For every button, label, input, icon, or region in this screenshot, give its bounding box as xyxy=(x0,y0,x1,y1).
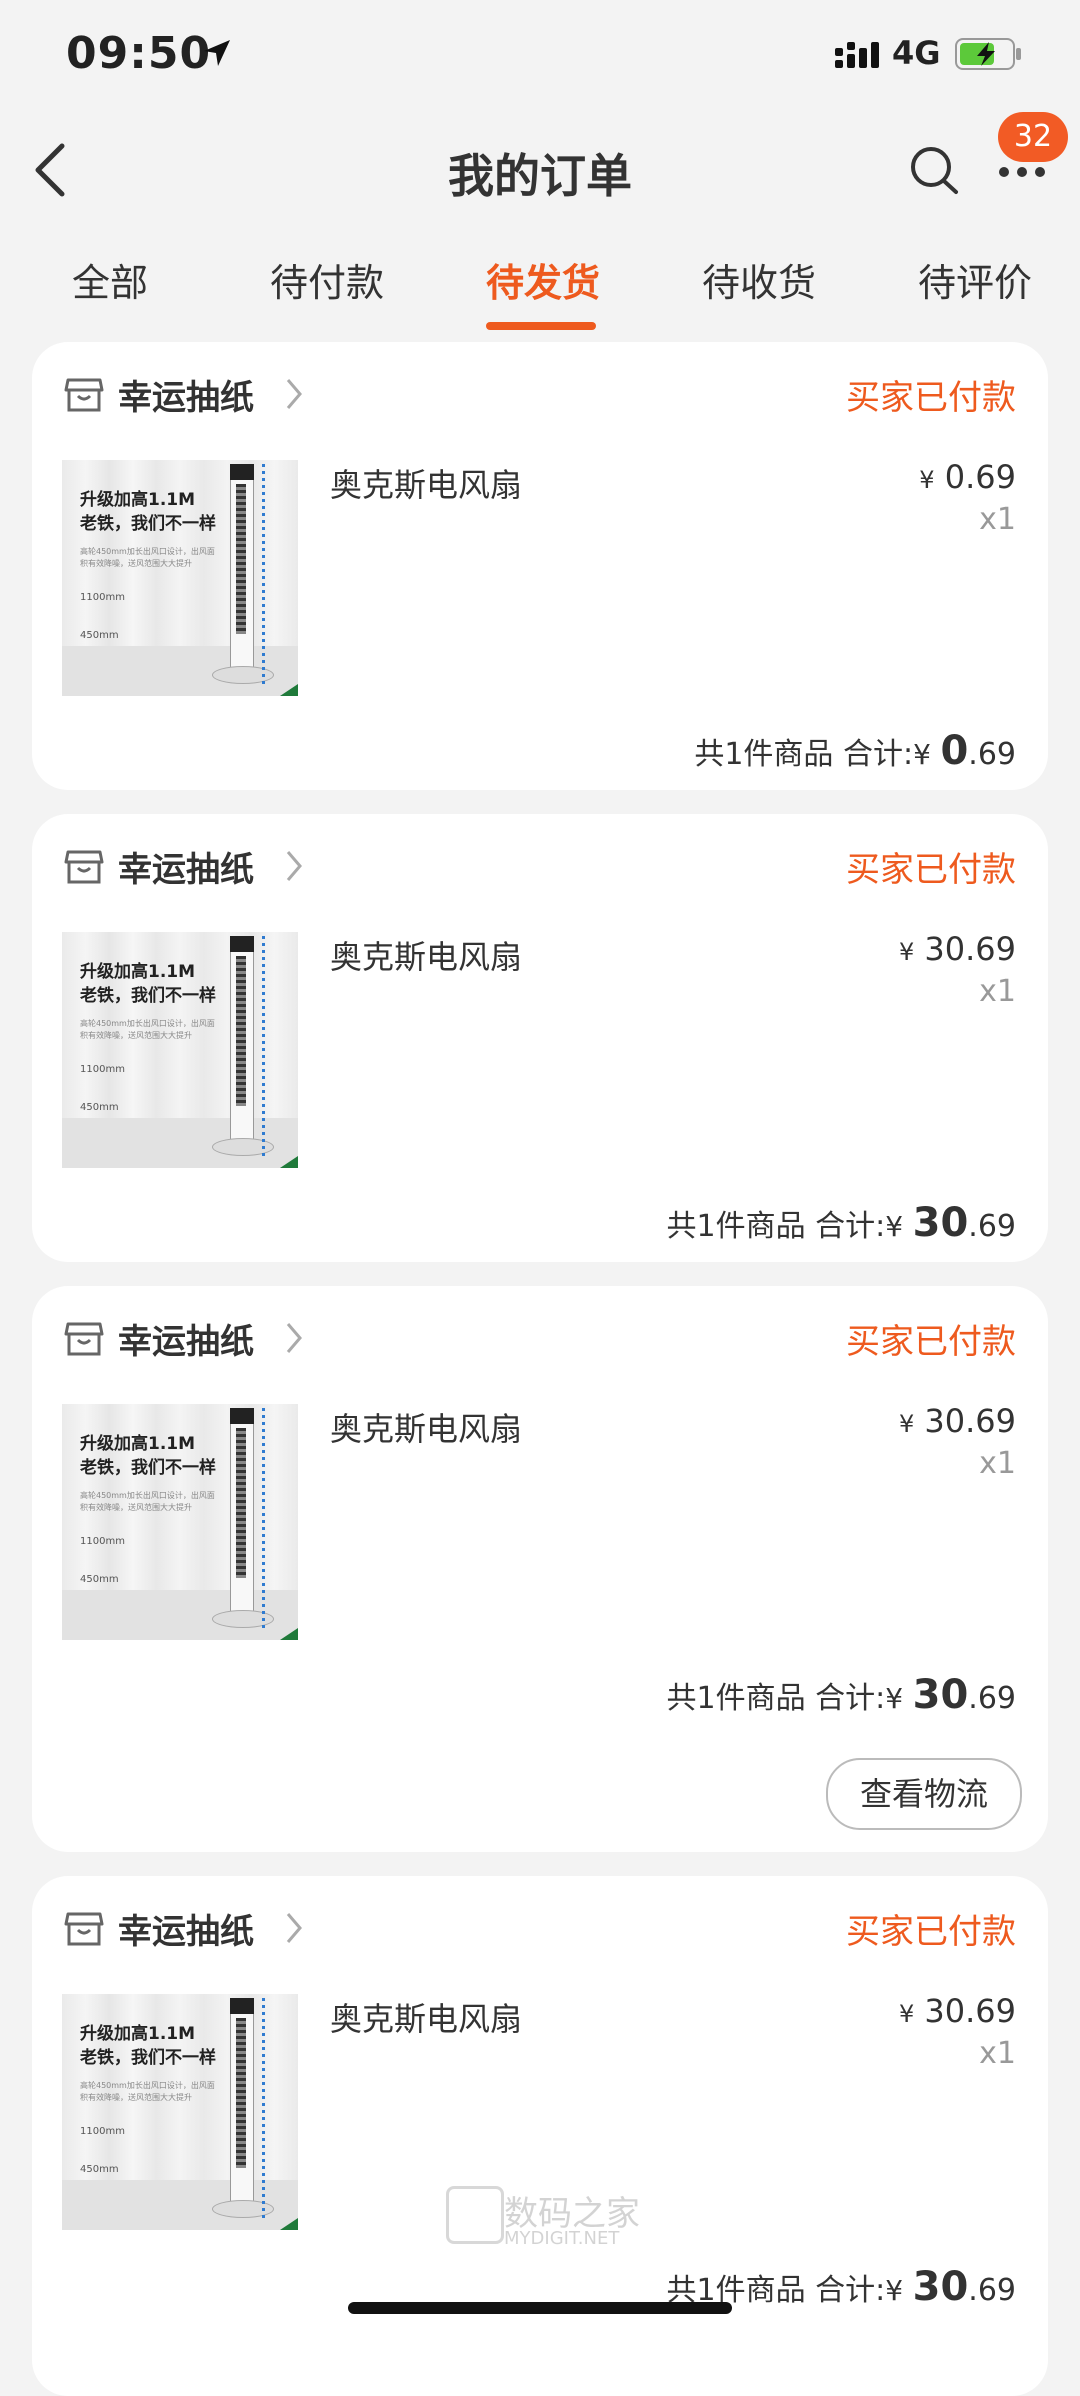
product-name[interactable]: 奥克斯电风扇 xyxy=(330,460,522,506)
shop-icon xyxy=(64,1322,104,1356)
product-quantity: x1 xyxy=(979,1446,1016,1481)
product-price: ¥ 0.69 xyxy=(919,458,1016,496)
tab-pending-payment[interactable]: 待付款 xyxy=(270,252,384,307)
chevron-right-icon[interactable] xyxy=(284,1320,304,1356)
order-tabs: 全部 待付款 待发货 待收货 待评价 xyxy=(0,252,1080,332)
shop-name[interactable]: 幸运抽纸 xyxy=(118,1314,254,1363)
shop-name[interactable]: 幸运抽纸 xyxy=(118,842,254,891)
order-total: 共1件商品 合计:¥ 30.69 xyxy=(666,1200,1017,1246)
product-name[interactable]: 奥克斯电风扇 xyxy=(330,932,522,978)
location-arrow-icon xyxy=(204,40,230,66)
product-image[interactable]: 升级加高1.1M 老铁，我们不一样 高轮450mm加长出风口设计，出风面积有效降噪… xyxy=(62,460,298,696)
order-status: 买家已付款 xyxy=(846,850,1016,890)
order-total: 共1件商品 合计:¥ 30.69 xyxy=(666,1672,1017,1718)
shop-icon xyxy=(64,378,104,412)
product-quantity: x1 xyxy=(979,974,1016,1009)
more-icon[interactable] xyxy=(996,162,1048,182)
status-time: 09:50 xyxy=(66,28,212,79)
product-quantity: x1 xyxy=(979,502,1016,537)
product-price: ¥ 30.69 xyxy=(898,1992,1016,2030)
tab-pending-shipment[interactable]: 待发货 xyxy=(486,252,600,307)
product-name[interactable]: 奥克斯电风扇 xyxy=(330,1404,522,1450)
network-label: 4G xyxy=(892,34,941,72)
shop-name[interactable]: 幸运抽纸 xyxy=(118,370,254,419)
product-quantity: x1 xyxy=(979,2036,1016,2071)
status-bar: 09:50 4G xyxy=(0,0,1080,120)
order-card[interactable]: 幸运抽纸 买家已付款 升级加高1.1M 老铁，我们不一样 高轮450mm加长出风口… xyxy=(32,814,1048,1262)
order-card[interactable]: 幸运抽纸 买家已付款 升级加高1.1M 老铁，我们不一样 高轮450mm加长出风口… xyxy=(32,342,1048,790)
active-tab-indicator xyxy=(486,322,596,330)
watermark-logo-icon xyxy=(446,2186,504,2244)
home-indicator[interactable] xyxy=(348,2302,732,2314)
tab-all[interactable]: 全部 xyxy=(72,252,148,307)
battery-icon xyxy=(955,38,1021,70)
product-name[interactable]: 奥克斯电风扇 xyxy=(330,1994,522,2040)
tab-pending-receipt[interactable]: 待收货 xyxy=(702,252,816,307)
shop-icon xyxy=(64,850,104,884)
product-price: ¥ 30.69 xyxy=(898,1402,1016,1440)
order-total: 共1件商品 合计:¥ 0.69 xyxy=(694,728,1016,774)
product-image[interactable]: 升级加高1.1M 老铁，我们不一样 高轮450mm加长出风口设计，出风面积有效降噪… xyxy=(62,932,298,1168)
tab-pending-review[interactable]: 待评价 xyxy=(918,252,1032,307)
order-status: 买家已付款 xyxy=(846,1322,1016,1362)
chevron-right-icon[interactable] xyxy=(284,1910,304,1946)
chevron-right-icon[interactable] xyxy=(284,848,304,884)
search-icon[interactable] xyxy=(908,144,960,196)
signal-icon xyxy=(835,42,879,68)
shop-name[interactable]: 幸运抽纸 xyxy=(118,1904,254,1953)
order-card[interactable]: 幸运抽纸 买家已付款 升级加高1.1M 老铁，我们不一样 高轮450mm加长出风口… xyxy=(32,1876,1048,2396)
chevron-right-icon[interactable] xyxy=(284,376,304,412)
product-image[interactable]: 升级加高1.1M 老铁，我们不一样 高轮450mm加长出风口设计，出风面积有效降噪… xyxy=(62,1994,298,2230)
order-status: 买家已付款 xyxy=(846,378,1016,418)
order-status: 买家已付款 xyxy=(846,1912,1016,1952)
shop-icon xyxy=(64,1912,104,1946)
order-card[interactable]: 幸运抽纸 买家已付款 升级加高1.1M 老铁，我们不一样 高轮450mm加长出风口… xyxy=(32,1286,1048,1852)
product-price: ¥ 30.69 xyxy=(898,930,1016,968)
product-image[interactable]: 升级加高1.1M 老铁，我们不一样 高轮450mm加长出风口设计，出风面积有效降噪… xyxy=(62,1404,298,1640)
view-logistics-button[interactable]: 查看物流 xyxy=(826,1758,1022,1830)
notification-badge: 32 xyxy=(998,112,1068,162)
